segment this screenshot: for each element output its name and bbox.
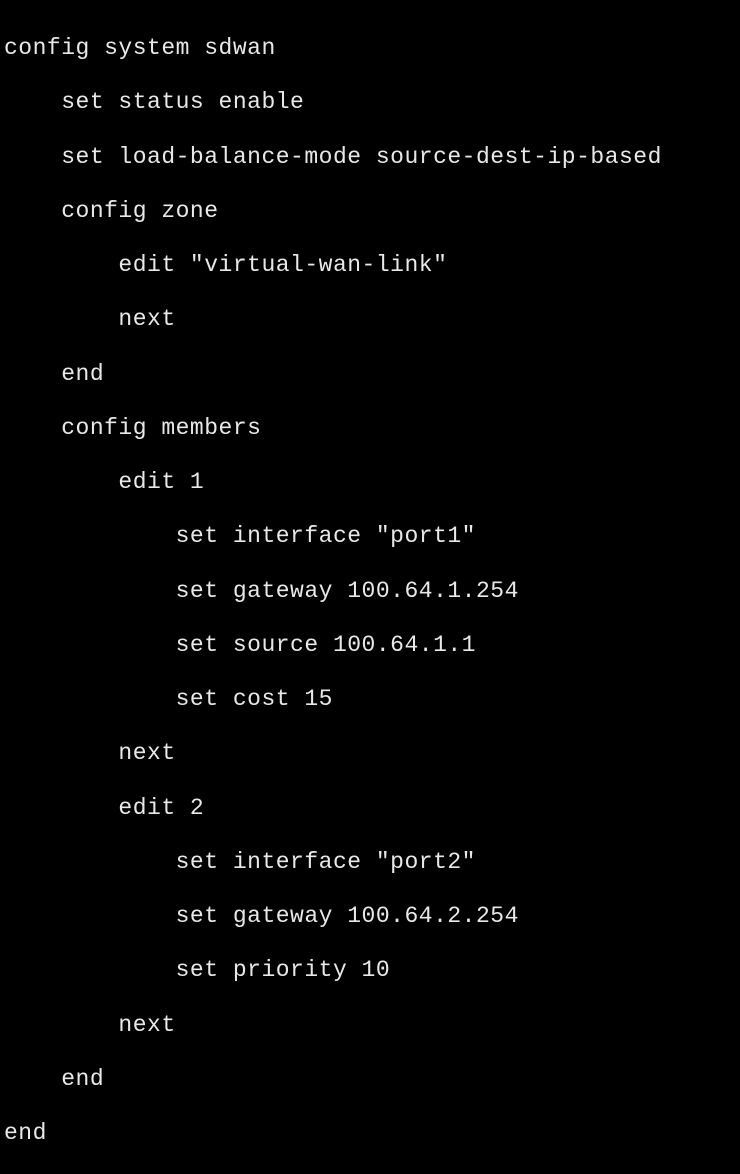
config-line: set gateway 100.64.2.254 — [4, 903, 736, 930]
config-line: set cost 15 — [4, 686, 736, 713]
config-line: set interface "port1" — [4, 523, 736, 550]
config-line: set source 100.64.1.1 — [4, 632, 736, 659]
config-line: next — [4, 740, 736, 767]
config-line: edit 2 — [4, 795, 736, 822]
config-line: end — [4, 361, 736, 388]
config-line: set interface "port2" — [4, 849, 736, 876]
config-line: next — [4, 1012, 736, 1039]
config-line: end — [4, 1120, 736, 1147]
terminal-output: config system sdwan set status enable se… — [4, 8, 736, 1174]
config-line: config members — [4, 415, 736, 442]
config-line: set priority 10 — [4, 957, 736, 984]
config-line: edit 1 — [4, 469, 736, 496]
config-line: config zone — [4, 198, 736, 225]
config-line: set gateway 100.64.1.254 — [4, 578, 736, 605]
config-line: set status enable — [4, 89, 736, 116]
config-line: config system sdwan — [4, 35, 736, 62]
config-line: next — [4, 306, 736, 333]
config-line: edit "virtual-wan-link" — [4, 252, 736, 279]
config-line: end — [4, 1066, 736, 1093]
config-line: set load-balance-mode source-dest-ip-bas… — [4, 144, 736, 171]
